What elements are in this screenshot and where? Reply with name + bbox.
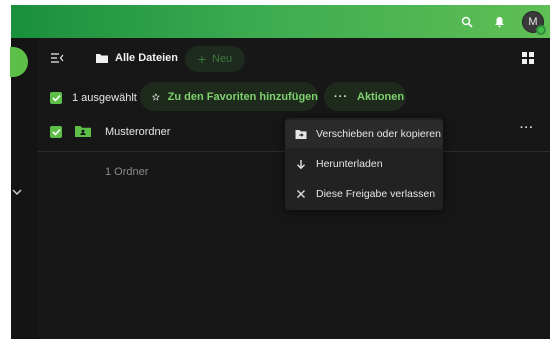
shared-folder-icon (75, 126, 91, 137)
plus-icon: + (197, 51, 206, 67)
navigation-collapse-handle[interactable] (10, 47, 28, 77)
file-summary: 1 Ordner (105, 166, 149, 178)
avatar-initial: M (528, 15, 538, 28)
menu-item-move-copy[interactable]: Verschieben oder kopieren (285, 120, 443, 148)
folder-move-icon (295, 128, 307, 140)
menu-item-download[interactable]: Herunterladen (285, 150, 443, 178)
select-all-checkbox[interactable] (50, 92, 62, 104)
actions-button-label: Aktionen (357, 90, 405, 103)
star-icon (152, 92, 160, 101)
favorites-button-label: Zu den Favoriten hinzufügen (167, 90, 318, 103)
app-window: M Alle Dateien + Neu 1 ausgewählt Zu den… (0, 0, 550, 339)
add-to-favorites-button[interactable]: Zu den Favoriten hinzufügen (140, 82, 318, 111)
selected-count: 1 ausgewählt (72, 92, 137, 104)
left-navigation-strip (10, 38, 38, 339)
menu-item-label: Verschieben oder kopieren (316, 128, 441, 140)
online-status-indicator (536, 24, 546, 35)
search-icon[interactable] (458, 13, 476, 31)
notification-bell-icon[interactable] (490, 13, 508, 31)
row-actions-icon[interactable]: ··· (520, 122, 534, 134)
checkmark-icon (51, 128, 61, 136)
grid-view-icon[interactable] (522, 52, 534, 64)
actions-menu: Verschieben oder kopieren Herunterladen … (285, 118, 443, 210)
menu-item-label: Diese Freigabe verlassen (316, 188, 436, 200)
close-icon (295, 188, 307, 200)
more-horizontal-icon: ··· (334, 90, 348, 103)
actions-button[interactable]: ··· Aktionen (324, 82, 406, 111)
selection-toolbar: 1 ausgewählt Zu den Favoriten hinzufügen… (38, 82, 550, 112)
header-actions: M (458, 5, 546, 38)
row-checkbox[interactable] (50, 126, 62, 138)
new-button-label: Neu (212, 53, 233, 65)
checkmark-icon (51, 94, 61, 102)
download-icon (295, 158, 307, 170)
top-header-bar: M (11, 5, 550, 38)
file-name[interactable]: Musterordner (105, 126, 170, 138)
folder-icon (96, 54, 108, 63)
menu-item-label: Herunterladen (316, 158, 383, 170)
navigation-toggle-icon[interactable] (50, 52, 64, 64)
menu-item-leave-share[interactable]: Diese Freigabe verlassen (285, 180, 443, 208)
breadcrumb-all-files[interactable]: Alle Dateien (115, 52, 178, 64)
user-avatar[interactable]: M (522, 10, 546, 35)
chevron-down-icon[interactable] (12, 188, 22, 196)
new-button[interactable]: + Neu (185, 46, 245, 72)
